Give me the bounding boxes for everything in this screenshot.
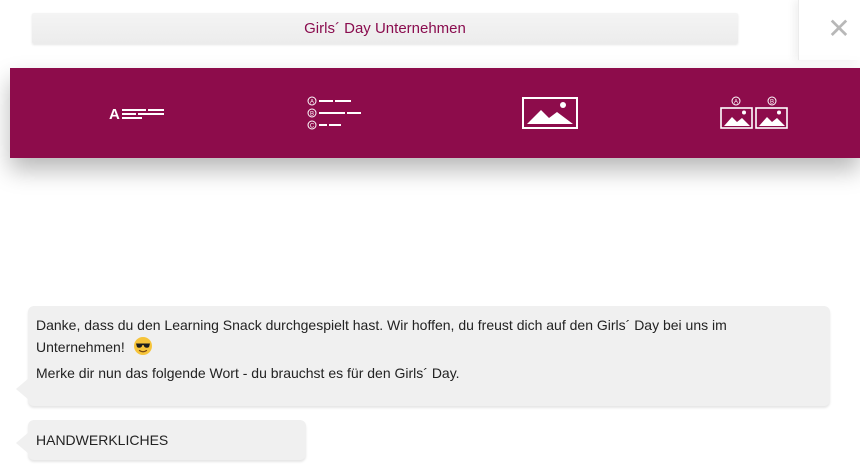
text-answer-letter: A — [109, 106, 120, 123]
page-title: Girls´ Day Unternehmen — [32, 13, 738, 44]
chat-area: Danke, dass du den Learning Snack durchg… — [0, 160, 860, 473]
message-line: Danke, dass du den Learning Snack durchg… — [36, 317, 727, 333]
multiple-choice-button[interactable]: A B C — [232, 68, 444, 158]
multiple-choice-icon: A B C — [307, 96, 361, 130]
message-text: HANDWERKLICHES — [36, 432, 169, 448]
image-button[interactable] — [445, 68, 657, 158]
text-answer-button[interactable]: A — [40, 68, 252, 158]
svg-text:C: C — [310, 124, 315, 130]
svg-text:A: A — [734, 100, 738, 106]
chat-message: HANDWERKLICHES — [16, 420, 306, 460]
image-choice-button[interactable]: A B — [648, 68, 860, 158]
bubble-tail — [16, 432, 29, 454]
svg-text:B: B — [310, 112, 314, 118]
message-line-with-emoji: Unternehmen! — [36, 336, 822, 362]
text-answer-icon: A — [109, 106, 164, 123]
bubble-tail — [16, 378, 29, 400]
svg-text:A: A — [310, 100, 314, 106]
sunglasses-emoji-icon — [133, 336, 153, 362]
answer-type-toolbar: A A B C A B — [10, 68, 860, 158]
image-choice-icon: A B — [720, 96, 788, 129]
svg-text:B: B — [770, 100, 774, 106]
chat-message: Danke, dass du den Learning Snack durchg… — [16, 306, 830, 406]
message-line: Merke dir nun das folgende Wort - du bra… — [36, 365, 460, 381]
image-icon — [522, 97, 578, 129]
close-button[interactable]: ✕ — [826, 14, 852, 44]
message-line: Unternehmen! — [36, 339, 125, 355]
top-bar: Girls´ Day Unternehmen ✕ — [0, 0, 860, 68]
